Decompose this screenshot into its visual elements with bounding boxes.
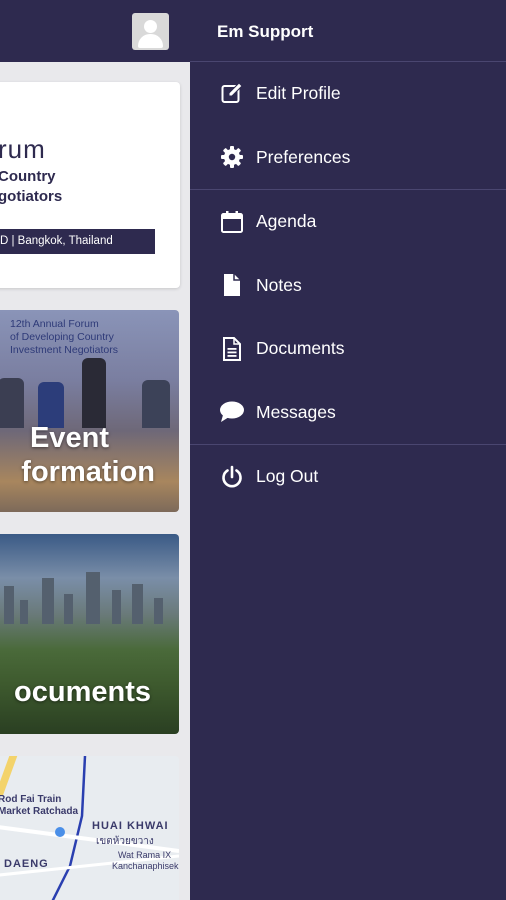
photo-person	[0, 378, 24, 428]
city-building	[42, 578, 54, 624]
menu-item-notes[interactable]: Notes	[190, 254, 506, 318]
forum-subtitle-line2: gotiators	[0, 188, 63, 205]
menu-label: Messages	[256, 401, 336, 422]
map-label: Wat Rama IX	[118, 850, 172, 860]
forum-date-location: D | Bangkok, Thailand	[0, 229, 155, 254]
map-card[interactable]: Rod Fai Train Market Ratchada HUAI KHWAI…	[0, 756, 179, 900]
main-content: rum Country gotiators D | Bangkok, Thail…	[0, 0, 190, 900]
photo-person	[82, 358, 106, 428]
navigation-drawer: Em Support Edit Profile Preferences Agen…	[190, 0, 506, 900]
map-label: DAENG	[4, 858, 49, 870]
menu-label: Agenda	[256, 211, 317, 232]
city-building	[64, 594, 73, 624]
menu-item-log-out[interactable]: Log Out	[190, 445, 506, 509]
chat-bubble-icon	[219, 399, 245, 425]
menu-item-edit-profile[interactable]: Edit Profile	[190, 62, 506, 126]
menu-label: Preferences	[256, 146, 351, 167]
map-label: เขตห้วยขวาง	[96, 836, 154, 847]
gear-icon	[219, 144, 245, 170]
edit-icon	[219, 81, 245, 107]
forum-title: rum	[0, 134, 46, 164]
city-building	[132, 584, 143, 624]
documents-card[interactable]: ocuments	[0, 534, 179, 734]
top-app-bar	[0, 0, 190, 62]
menu-label: Log Out	[256, 466, 319, 487]
menu-item-documents[interactable]: Documents	[190, 317, 506, 381]
photo-person	[142, 380, 170, 428]
forum-card[interactable]: rum Country gotiators D | Bangkok, Thail…	[0, 82, 180, 288]
menu-label: Documents	[256, 338, 345, 359]
menu-item-messages[interactable]: Messages	[190, 381, 506, 445]
note-icon	[219, 272, 245, 298]
power-icon	[219, 464, 245, 490]
document-icon	[219, 336, 245, 362]
event-information-card[interactable]: 12th Annual Forum of Developing Country …	[0, 310, 179, 512]
user-avatar-icon[interactable]	[132, 13, 169, 50]
menu-item-agenda[interactable]: Agenda	[190, 190, 506, 254]
map-label: Rod Fai Train	[0, 794, 62, 805]
menu-item-preferences[interactable]: Preferences	[190, 126, 506, 190]
event-title-line1: Event	[30, 422, 109, 454]
drawer-header: Em Support	[190, 0, 506, 62]
event-banner: 12th Annual Forum of Developing Country …	[10, 318, 118, 356]
documents-card-title: ocuments	[14, 676, 151, 708]
menu-label: Notes	[256, 274, 302, 295]
menu-label: Edit Profile	[256, 83, 341, 104]
event-title-line2: formation	[21, 456, 155, 488]
map-label: Market Ratchada	[0, 806, 79, 817]
forum-subtitle-line1: Country	[0, 168, 56, 185]
city-building	[20, 600, 28, 624]
map-label: Kanchanaphisek	[112, 861, 179, 871]
city-building	[154, 598, 163, 624]
city-building	[112, 590, 121, 624]
city-building	[4, 586, 14, 624]
map-label: HUAI KHWAI	[92, 820, 169, 832]
city-building	[86, 572, 100, 624]
drawer-user-name: Em Support	[217, 22, 314, 41]
calendar-icon	[219, 209, 245, 235]
